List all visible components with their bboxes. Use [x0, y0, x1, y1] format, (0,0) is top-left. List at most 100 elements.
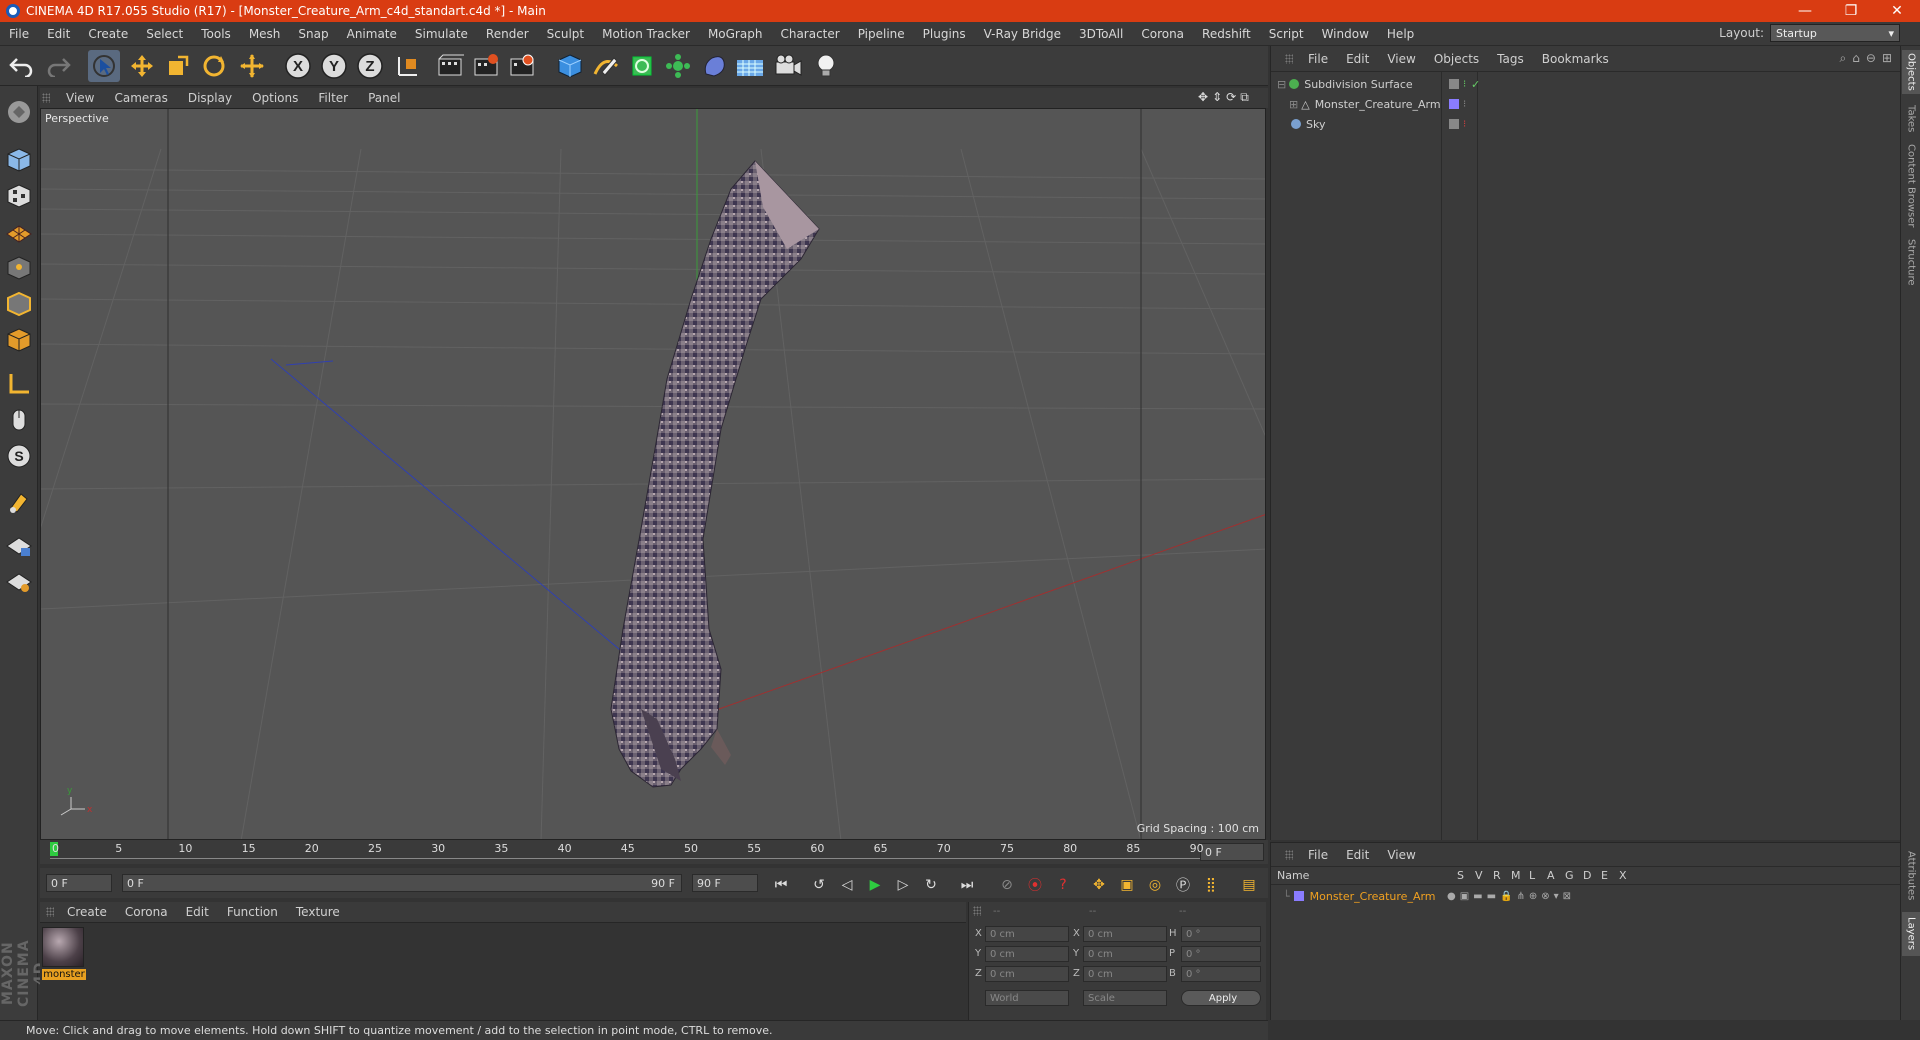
- maximize-button[interactable]: ❐: [1828, 0, 1874, 22]
- menu-edit[interactable]: Edit: [38, 27, 79, 41]
- select-arrow-icon[interactable]: [88, 50, 120, 82]
- planar-workplane-icon[interactable]: [3, 566, 35, 598]
- record-keys-icon[interactable]: ⊘: [996, 874, 1018, 896]
- light-icon[interactable]: [810, 50, 842, 82]
- object-row[interactable]: ⊞ △ Monster_Creature_Arm ⁝: [1273, 94, 1898, 114]
- layer-column-a[interactable]: A: [1547, 869, 1555, 882]
- size-x-field[interactable]: 0 cm: [1083, 926, 1167, 942]
- home-icon[interactable]: ⌂: [1852, 51, 1860, 66]
- coordinate-mode-dropdown[interactable]: World: [985, 990, 1069, 1006]
- object-menu-edit[interactable]: Edit: [1337, 52, 1378, 66]
- cube-primitive-icon[interactable]: [554, 50, 586, 82]
- object-menu-objects[interactable]: Objects: [1425, 52, 1488, 66]
- layer-column-m[interactable]: M: [1511, 869, 1521, 882]
- layer-column-name[interactable]: Name: [1277, 869, 1309, 882]
- z-axis-icon[interactable]: Z: [354, 50, 386, 82]
- render-settings-icon[interactable]: [506, 50, 538, 82]
- menu-create[interactable]: Create: [79, 27, 137, 41]
- make-editable-icon[interactable]: [3, 96, 35, 128]
- menu-mograph[interactable]: MoGraph: [699, 27, 772, 41]
- rot-p-field[interactable]: 0 °: [1181, 946, 1261, 962]
- maximize-view-icon[interactable]: ⧉: [1240, 90, 1249, 106]
- timeline-window-icon[interactable]: ▤: [1238, 874, 1260, 896]
- timeline-ruler[interactable]: 0 F 0 5 10 15 20 25 30 35 40 45 50 55 60 65 70 75 80 85 90: [40, 840, 1268, 864]
- perspective-viewport[interactable]: y x Perspective Grid Spacing : 100 cm: [40, 108, 1266, 840]
- viewport-menu-display[interactable]: Display: [178, 91, 242, 105]
- layer-column-r[interactable]: R: [1493, 869, 1501, 882]
- axis-mode-icon[interactable]: [3, 368, 35, 400]
- menu-character[interactable]: Character: [771, 27, 848, 41]
- next-key-icon[interactable]: ↻: [920, 874, 942, 896]
- search-icon[interactable]: ⌕: [1840, 51, 1847, 66]
- minimize-button[interactable]: —: [1782, 0, 1828, 22]
- render-view-icon[interactable]: [434, 50, 466, 82]
- menu-redshift[interactable]: Redshift: [1193, 27, 1260, 41]
- tab-takes[interactable]: Takes: [1902, 102, 1920, 136]
- menu-render[interactable]: Render: [477, 27, 538, 41]
- material-menu-function[interactable]: Function: [218, 905, 287, 919]
- menu-sculpt[interactable]: Sculpt: [538, 27, 593, 41]
- object-menu-tags[interactable]: Tags: [1488, 52, 1533, 66]
- object-menu-view[interactable]: View: [1378, 52, 1424, 66]
- collapse-icon[interactable]: ⊟: [1277, 78, 1286, 91]
- texture-mode-icon[interactable]: [3, 180, 35, 212]
- menu-animate[interactable]: Animate: [338, 27, 406, 41]
- material-menu-corona[interactable]: Corona: [116, 905, 177, 919]
- orbit-icon[interactable]: ⟳: [1226, 90, 1236, 106]
- subdivision-icon[interactable]: [626, 50, 658, 82]
- deformer-icon[interactable]: [698, 50, 730, 82]
- go-to-end-icon[interactable]: ⏭: [956, 874, 978, 896]
- layer-menu-view[interactable]: View: [1378, 848, 1424, 862]
- auto-key-icon[interactable]: ⦿: [1024, 874, 1046, 896]
- frame-range-slider[interactable]: 0 F 90 F: [122, 874, 682, 892]
- viewport-menu-filter[interactable]: Filter: [308, 91, 358, 105]
- layer-flag-icons[interactable]: ●▣▬▬🔒⋔⊕⊗▾⊠: [1447, 891, 1575, 902]
- tab-structure[interactable]: Structure: [1902, 236, 1920, 288]
- next-frame-icon[interactable]: ▷: [892, 874, 914, 896]
- layer-menu-edit[interactable]: Edit: [1337, 848, 1378, 862]
- move-plus-icon[interactable]: [236, 50, 268, 82]
- key-rotation-icon[interactable]: ◎: [1144, 874, 1166, 896]
- menu-script[interactable]: Script: [1260, 27, 1313, 41]
- pen-spline-icon[interactable]: [590, 50, 622, 82]
- tab-attributes[interactable]: Attributes: [1902, 846, 1920, 906]
- pos-z-field[interactable]: 0 cm: [985, 966, 1069, 982]
- magnet-icon[interactable]: [3, 486, 35, 518]
- menu-file[interactable]: File: [0, 27, 38, 41]
- locked-workplane-icon[interactable]: [3, 530, 35, 562]
- key-parameter-icon[interactable]: Ⓟ: [1172, 874, 1194, 896]
- layer-swatch-icon[interactable]: [1449, 119, 1459, 129]
- menu-snap[interactable]: Snap: [289, 27, 337, 41]
- polygons-mode-icon[interactable]: [3, 324, 35, 356]
- redo-icon[interactable]: [42, 50, 74, 82]
- array-icon[interactable]: [662, 50, 694, 82]
- layer-swatch-icon[interactable]: [1449, 79, 1459, 89]
- object-row[interactable]: Sky ⁝: [1273, 114, 1898, 134]
- menu-plugins[interactable]: Plugins: [914, 27, 975, 41]
- menu-3dtoall[interactable]: 3DToAll: [1070, 27, 1132, 41]
- tab-objects[interactable]: Objects: [1902, 50, 1920, 94]
- menu-corona[interactable]: Corona: [1132, 27, 1193, 41]
- model-mode-icon[interactable]: [3, 144, 35, 176]
- material-menu-edit[interactable]: Edit: [177, 905, 218, 919]
- play-icon[interactable]: ▶: [864, 874, 886, 896]
- end-frame-field[interactable]: 90 F: [692, 874, 758, 892]
- layer-menu-file[interactable]: File: [1299, 848, 1337, 862]
- menu-tools[interactable]: Tools: [192, 27, 240, 41]
- material-menu-texture[interactable]: Texture: [287, 905, 349, 919]
- menu-help[interactable]: Help: [1378, 27, 1423, 41]
- pos-y-field[interactable]: 0 cm: [985, 946, 1069, 962]
- viewport-camera-label[interactable]: Perspective: [45, 112, 109, 125]
- x-axis-icon[interactable]: X: [282, 50, 314, 82]
- viewport-menu-cameras[interactable]: Cameras: [104, 91, 177, 105]
- layer-name[interactable]: Monster_Creature_Arm: [1310, 890, 1436, 903]
- back-icon[interactable]: ⊖: [1866, 51, 1876, 66]
- edges-mode-icon[interactable]: [3, 288, 35, 320]
- layer-color-swatch[interactable]: [1293, 891, 1304, 901]
- coordinate-system-icon[interactable]: [392, 50, 424, 82]
- rot-h-field[interactable]: 0 °: [1181, 926, 1261, 942]
- pan-icon[interactable]: ✥: [1198, 90, 1208, 106]
- material-menu-create[interactable]: Create: [58, 905, 116, 919]
- visibility-dots-icon[interactable]: ⁝: [1463, 99, 1466, 110]
- layer-column-d[interactable]: D: [1583, 869, 1591, 882]
